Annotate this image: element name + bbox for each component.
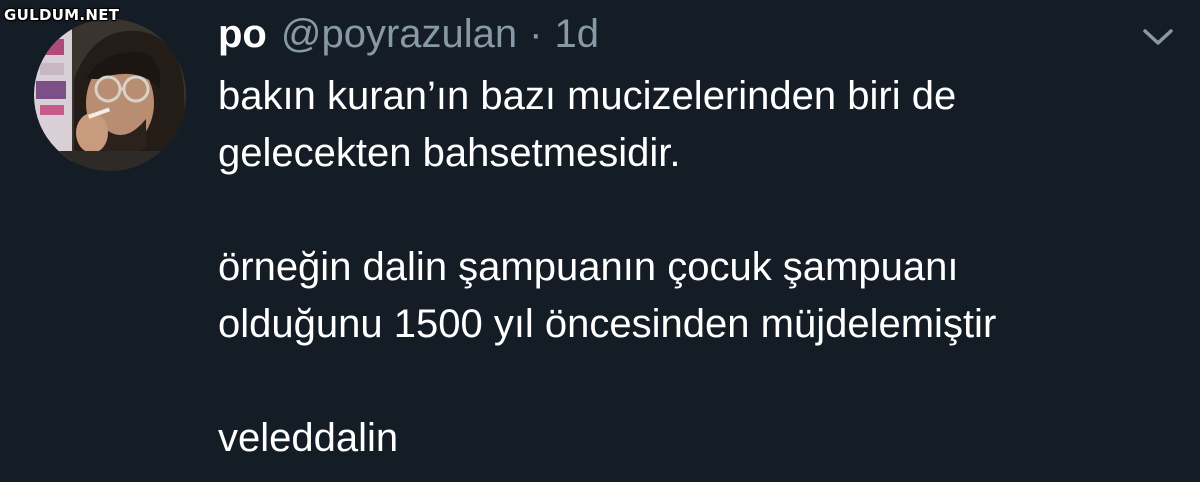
tweet-line: olduğunu 1500 yıl öncesinden müjdelemişt…: [218, 302, 997, 346]
watermark: GULDUM.NET: [4, 6, 120, 24]
display-name[interactable]: po: [218, 12, 267, 57]
tweet-line: bakın kuran’ın bazı mucizelerinden biri …: [218, 74, 957, 118]
tweet-line: veleddalin: [218, 416, 399, 460]
avatar-image: [34, 19, 186, 171]
separator-dot: ·: [529, 11, 543, 56]
username-handle[interactable]: @poyrazulan: [281, 12, 517, 57]
chevron-down-icon[interactable]: [1138, 22, 1178, 52]
tweet-text: bakın kuran’ın bazı mucizelerinden biri …: [218, 68, 1178, 467]
tweet-line: örneğin dalin şampuanın çocuk şampuanı: [218, 245, 959, 289]
avatar[interactable]: [34, 19, 186, 171]
tweet-header: po @poyrazulan · 1d: [218, 8, 599, 60]
tweet-line: gelecekten bahsetmesidir.: [218, 131, 681, 175]
timestamp[interactable]: 1d: [555, 12, 600, 57]
